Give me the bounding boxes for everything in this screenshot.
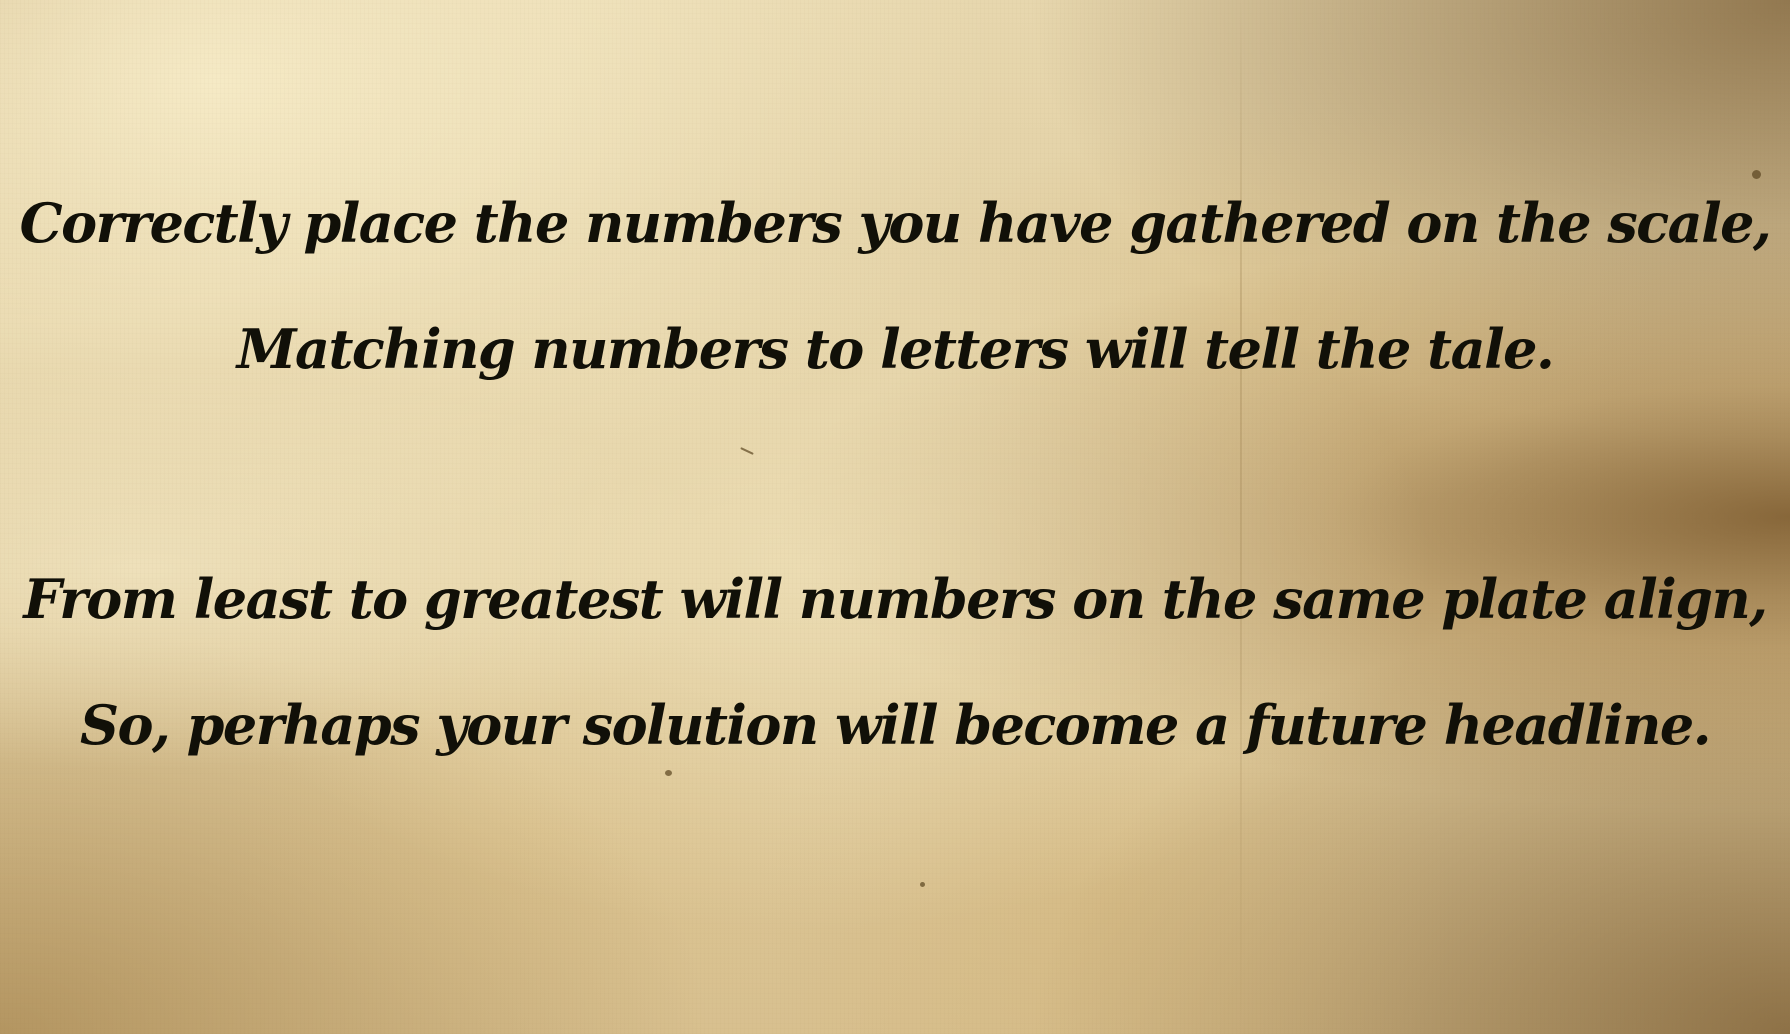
ink-speck xyxy=(920,882,925,887)
ink-speck xyxy=(740,447,754,455)
riddle-page: { "riddle": { "stanza_1": { "line_1": "C… xyxy=(0,0,1790,1034)
parchment-texture xyxy=(0,0,1790,1034)
riddle-line-4: So, perhaps your solution will become a … xyxy=(79,693,1712,757)
riddle-line-1: Correctly place the numbers you have gat… xyxy=(19,191,1772,255)
riddle-line-2: Matching numbers to letters will tell th… xyxy=(236,317,1555,381)
ink-speck xyxy=(665,770,672,776)
paper-crease xyxy=(1240,0,1242,1034)
ink-speck xyxy=(1752,170,1761,179)
riddle-line-3: From least to greatest will numbers on t… xyxy=(23,567,1768,631)
